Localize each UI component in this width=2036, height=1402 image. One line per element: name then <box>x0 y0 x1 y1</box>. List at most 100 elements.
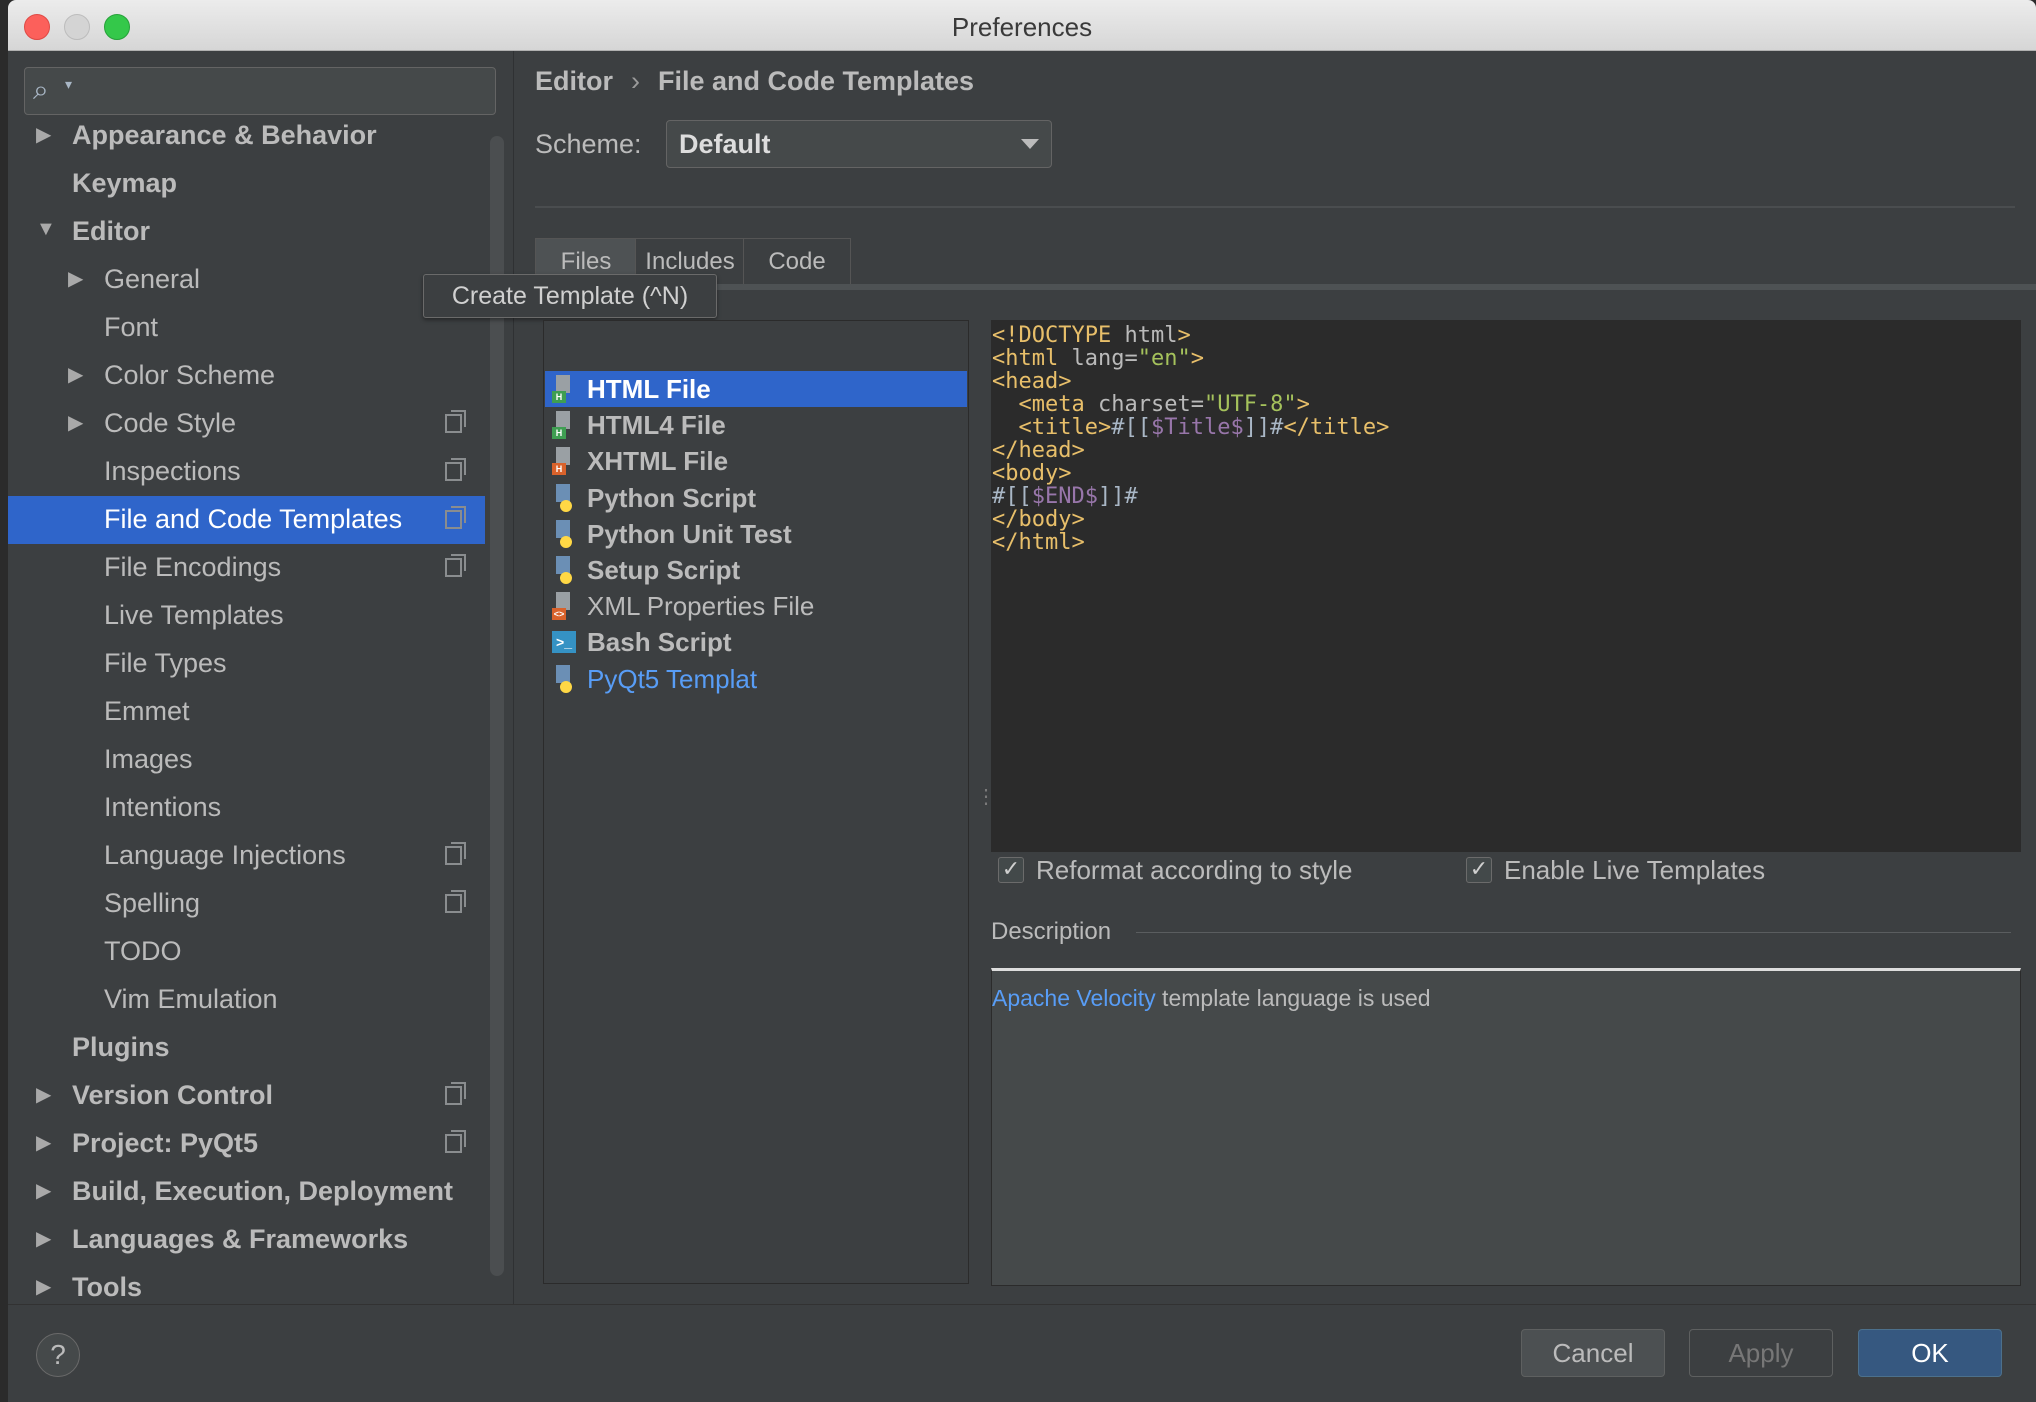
template-code-editor[interactable]: <!DOCTYPE html> <html lang="en"> <head> <m… <box>991 320 2021 852</box>
sidebar-item-label: Plugins <box>72 1032 170 1062</box>
sidebar-item[interactable]: Font <box>8 304 485 352</box>
sidebar-item-label: Inspections <box>104 456 241 486</box>
sidebar-item[interactable]: ▶ Code Style <box>8 400 485 448</box>
separator <box>535 206 2015 208</box>
search-icon: ⌕ <box>33 74 49 105</box>
sidebar-item-label: Code Style <box>104 408 237 438</box>
help-button[interactable]: ? <box>36 1333 80 1377</box>
sidebar-item[interactable]: ▶ Languages & Frameworks <box>8 1216 485 1264</box>
preferences-window: Preferences ⌕ ▾ ▶ Appearance & Behavior Ke… <box>8 0 2036 1402</box>
sidebar-item[interactable]: File and Code Templates <box>8 496 485 544</box>
reformat-label[interactable]: Reformat according to style <box>1036 855 1352 886</box>
chevron-right-icon[interactable]: ▶ <box>68 266 83 291</box>
chevron-right-icon[interactable]: ▶ <box>36 1082 51 1107</box>
scheme-label: Scheme: <box>535 129 642 159</box>
breadcrumb-current: File and Code Templates <box>658 66 975 96</box>
chevron-right-icon[interactable]: ▶ <box>36 1178 51 1203</box>
sidebar-item-label: File and Code Templates <box>104 504 403 534</box>
sidebar-item[interactable]: Vim Emulation <box>8 976 485 1024</box>
template-list-item[interactable]: H XHTML File <box>545 443 967 479</box>
live-templates-label[interactable]: Enable Live Templates <box>1504 855 1765 886</box>
chevron-right-icon[interactable]: ▶ <box>68 410 83 435</box>
settings-search-input[interactable]: ⌕ ▾ <box>24 67 496 115</box>
sidebar-item[interactable]: ▶ General <box>8 256 485 304</box>
chevron-right-icon[interactable]: ▶ <box>68 362 83 387</box>
sidebar-item[interactable]: Live Templates <box>8 592 485 640</box>
chevron-right-icon[interactable]: ▶ <box>36 122 51 147</box>
chevron-right-icon[interactable]: ▶ <box>36 1226 51 1251</box>
cancel-button[interactable]: Cancel <box>1521 1329 1665 1377</box>
create-template-tooltip: Create Template (^N) <box>423 274 717 318</box>
template-name: Bash Script <box>587 627 732 658</box>
settings-sidebar: ⌕ ▾ ▶ Appearance & Behavior Keymap ▼ Editor ▶… <box>8 51 514 1304</box>
sidebar-item[interactable]: Spelling <box>8 880 485 928</box>
sidebar-item[interactable]: TODO <box>8 928 485 976</box>
sidebar-item[interactable]: ▼ Editor <box>8 208 485 256</box>
code-token: </title> <box>1283 415 1390 440</box>
chevron-down-icon[interactable]: ▼ <box>36 218 56 241</box>
sidebar-item-label: Emmet <box>104 696 190 726</box>
scheme-value: Default <box>679 129 771 159</box>
description-separator <box>1136 932 2011 933</box>
sidebar-item-label: Languages & Frameworks <box>72 1224 409 1254</box>
chevron-right-icon[interactable]: ▶ <box>36 1130 51 1155</box>
sidebar-item[interactable]: Emmet <box>8 688 485 736</box>
apply-button[interactable]: Apply <box>1689 1329 1833 1377</box>
breadcrumb-parent[interactable]: Editor <box>535 66 613 96</box>
sidebar-item-label: Build, Execution, Deployment <box>72 1176 454 1206</box>
sidebar-item-label: Appearance & Behavior <box>72 120 377 150</box>
sidebar-item[interactable]: Plugins <box>8 1024 485 1072</box>
ok-button[interactable]: OK <box>1858 1329 2002 1377</box>
window-title: Preferences <box>951 12 1093 42</box>
template-list-item[interactable]: H HTML4 File <box>545 407 967 443</box>
chevron-down-icon <box>1021 139 1039 149</box>
sidebar-item[interactable]: Intentions <box>8 784 485 832</box>
code-token: ]]# <box>1097 484 1138 509</box>
chevron-right-icon[interactable]: ▶ <box>36 1274 51 1299</box>
scheme-dropdown[interactable]: Default <box>666 120 1052 168</box>
template-list-item[interactable]: Python Script <box>545 480 967 516</box>
template-list-item[interactable]: Setup Script <box>545 552 967 588</box>
sidebar-item[interactable]: Language Injections <box>8 832 485 880</box>
sidebar-item-label: TODO <box>104 936 182 966</box>
sidebar-item-label: File Encodings <box>104 552 282 582</box>
reformat-checkbox[interactable]: ✓ <box>998 857 1024 883</box>
sidebar-item[interactable]: Keymap <box>8 160 485 208</box>
template-list-item[interactable]: >_ Bash Script <box>545 624 967 660</box>
template-list: H HTML File H HTML4 File H XHTML File Python S… <box>543 320 969 1284</box>
search-options-chevron-icon[interactable]: ▾ <box>65 76 72 93</box>
live-templates-checkbox[interactable]: ✓ <box>1466 857 1492 883</box>
code-token: </html> <box>992 530 1085 555</box>
sidebar-item[interactable]: ▶ Color Scheme <box>8 352 485 400</box>
sidebar-item-label: Intentions <box>104 792 222 822</box>
sidebar-item[interactable]: Images <box>8 736 485 784</box>
template-list-item[interactable]: PyQt5 Templat <box>545 661 967 697</box>
sidebar-item-label: Tools <box>72 1272 142 1302</box>
template-list-item[interactable]: <> XML Properties File <box>545 588 967 624</box>
sidebar-item-label: Project: PyQt5 <box>72 1128 259 1158</box>
code-token: > <box>1190 346 1204 371</box>
template-list-item[interactable]: H HTML File <box>545 371 967 407</box>
apache-velocity-link[interactable]: Apache Velocity <box>992 985 1156 1011</box>
sidebar-item-label: Editor <box>72 216 150 246</box>
sidebar-item-label: Spelling <box>104 888 201 918</box>
description-body: template language is used <box>1155 985 1431 1011</box>
title-bar: Preferences <box>8 0 2036 51</box>
sidebar-item[interactable]: ▶ Appearance & Behavior <box>8 112 485 160</box>
sidebar-item[interactable]: ▶ Project: PyQt5 <box>8 1120 485 1168</box>
code-token: $Title$ <box>1150 415 1244 440</box>
sidebar-item[interactable]: ▶ Build, Execution, Deployment <box>8 1168 485 1216</box>
sidebar-item[interactable]: Inspections <box>8 448 485 496</box>
project-level-icon <box>445 506 466 529</box>
sidebar-item[interactable]: ▶ Version Control <box>8 1072 485 1120</box>
tab-code[interactable]: Code <box>743 238 851 285</box>
xhtml-file-icon: H <box>552 447 576 476</box>
project-level-icon <box>445 410 466 433</box>
project-level-icon <box>445 554 466 577</box>
sidebar-item[interactable]: File Types <box>8 640 485 688</box>
sidebar-item[interactable]: File Encodings <box>8 544 485 592</box>
dialog-footer: ? Cancel Apply OK <box>8 1304 2036 1402</box>
project-level-icon <box>445 890 466 913</box>
template-list-item[interactable]: Python Unit Test <box>545 516 967 552</box>
sidebar-item-label: Live Templates <box>104 600 284 630</box>
